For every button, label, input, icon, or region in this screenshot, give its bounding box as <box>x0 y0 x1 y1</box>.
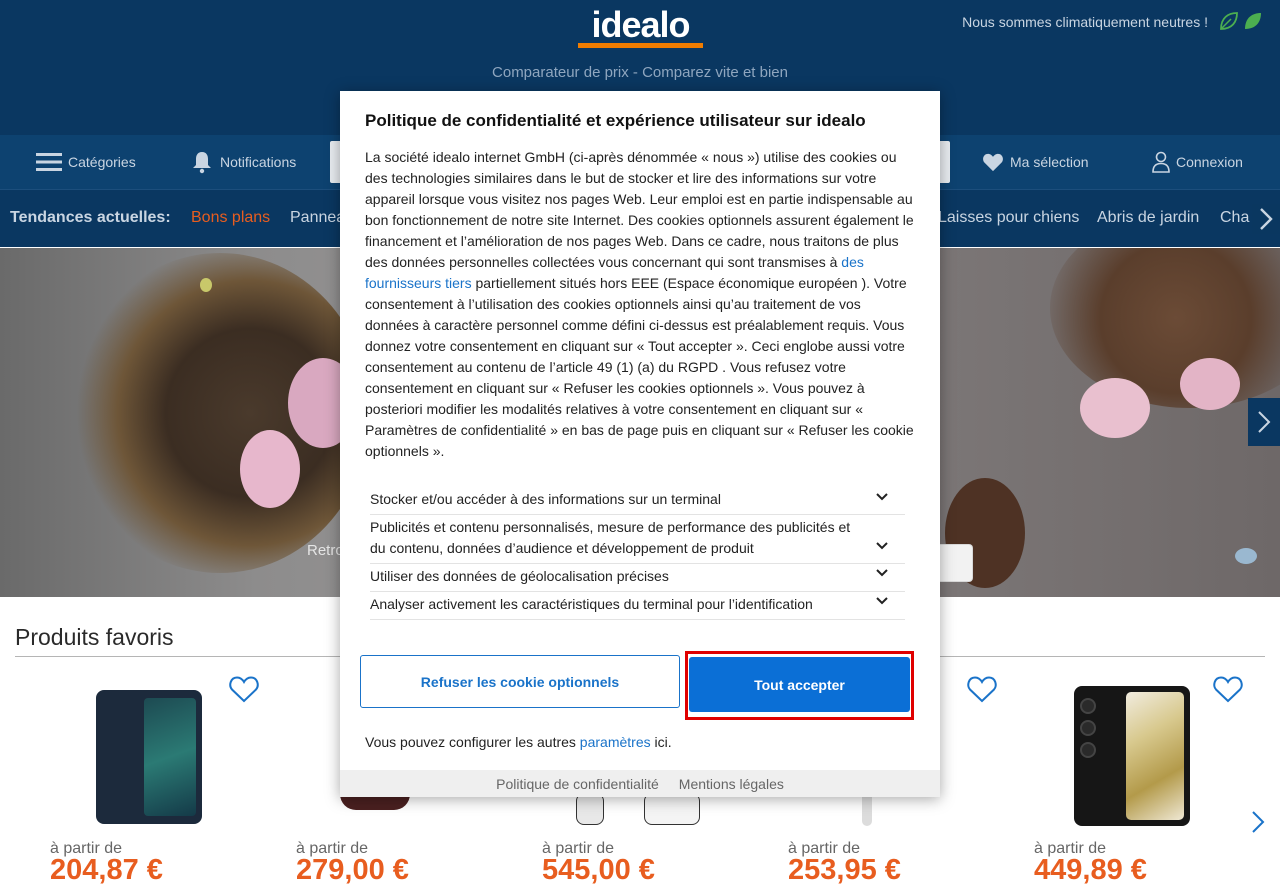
accordion-label: Stocker et/ou accéder à des informations… <box>370 491 721 507</box>
accordion-label: Publicités et contenu personnalisés, mes… <box>370 519 851 556</box>
config-suffix: ici. <box>650 734 672 750</box>
accordion-geolocation[interactable]: Utiliser des données de géolocalisation … <box>370 566 905 592</box>
chevron-down-icon <box>876 569 888 577</box>
privacy-policy-link[interactable]: Politique de confidentialité <box>496 776 659 792</box>
dialog-title: Politique de confidentialité et expérien… <box>365 111 866 130</box>
accordion-personalised-ads[interactable]: Publicités et contenu personnalisés, mes… <box>370 517 905 564</box>
settings-link[interactable]: paramètres <box>580 734 651 750</box>
config-settings-text: Vous pouvez configurer les autres paramè… <box>365 734 672 750</box>
accordion-storage[interactable]: Stocker et/ou accéder à des informations… <box>370 489 905 515</box>
chevron-down-icon <box>876 493 888 501</box>
body-text-part1: La société idealo internet GmbH (ci-aprè… <box>365 149 914 270</box>
accordion-device-scan[interactable]: Analyser activement les caractéristiques… <box>370 594 905 620</box>
config-prefix: Vous pouvez configurer les autres <box>365 734 580 750</box>
legal-notice-link[interactable]: Mentions légales <box>679 776 784 792</box>
accordion-label: Utiliser des données de géolocalisation … <box>370 568 669 584</box>
body-text-part2: partiellement situés hors EEE (Espace éc… <box>365 275 914 459</box>
refuse-optional-cookies-button[interactable]: Refuser les cookie optionnels <box>360 655 680 708</box>
accept-all-button[interactable]: Tout accepter <box>689 657 910 712</box>
chevron-down-icon <box>876 542 888 550</box>
dialog-body-text: La société idealo internet GmbH (ci-aprè… <box>365 147 915 462</box>
cookie-consent-dialog: Politique de confidentialité et expérien… <box>340 91 940 797</box>
dialog-footer: Politique de confidentialité Mentions lé… <box>340 770 940 797</box>
accordion-label: Analyser activement les caractéristiques… <box>370 596 813 612</box>
chevron-down-icon <box>876 597 888 605</box>
